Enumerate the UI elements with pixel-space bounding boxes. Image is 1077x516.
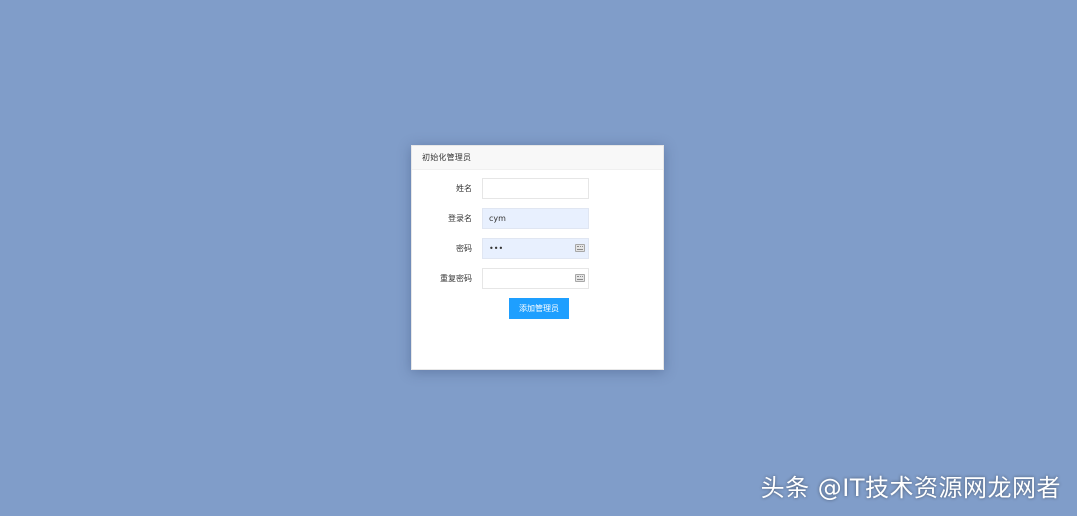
- form-row-name: 姓名: [412, 178, 663, 199]
- login-label: 登录名: [448, 214, 472, 223]
- add-admin-button[interactable]: 添加管理员: [509, 298, 569, 319]
- init-admin-dialog: 初始化管理员 姓名 登录名 密码 重复密码 添加管理员: [411, 145, 664, 370]
- password-label: 密码: [456, 244, 472, 253]
- keyboard-icon[interactable]: [575, 244, 585, 252]
- repeat-password-input[interactable]: [482, 268, 589, 289]
- login-input[interactable]: [482, 208, 589, 229]
- watermark: 头条 @IT技术资源网龙网者: [760, 474, 1061, 502]
- form-row-password: 密码: [412, 238, 663, 259]
- dialog-title: 初始化管理员: [412, 146, 663, 170]
- form-row-repeat-password: 重复密码: [412, 268, 663, 289]
- password-input[interactable]: [482, 238, 589, 259]
- repeat-password-label: 重复密码: [440, 274, 472, 283]
- name-input[interactable]: [482, 178, 589, 199]
- keyboard-icon[interactable]: [575, 274, 585, 282]
- name-label: 姓名: [456, 184, 472, 193]
- form-row-login: 登录名: [412, 208, 663, 229]
